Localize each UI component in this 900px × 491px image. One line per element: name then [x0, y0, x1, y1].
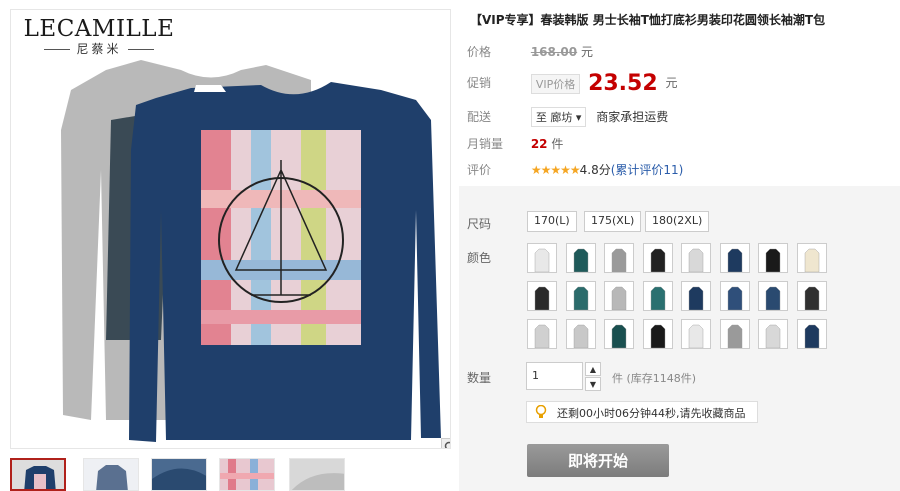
color-swatch[interactable]: [719, 319, 750, 349]
size-option[interactable]: 180(2XL): [645, 211, 710, 232]
thumbnail-1[interactable]: [10, 458, 66, 491]
size-label: 尺码: [467, 217, 492, 231]
size-option[interactable]: 175(XL): [584, 211, 642, 232]
monthly-sales-unit: 件: [551, 137, 564, 151]
color-swatch[interactable]: [758, 319, 788, 349]
color-swatch[interactable]: [565, 243, 596, 273]
stock-text: 件 (库存1148件): [612, 370, 696, 386]
monthly-sales-row: 月销量 22 件: [467, 135, 563, 152]
rating-row: 评价 ★★★★★4.8分(累计评价11): [467, 161, 683, 178]
brand-subtitle: 尼蔡米: [19, 40, 179, 57]
color-swatch[interactable]: [604, 281, 634, 311]
color-swatch[interactable]: [719, 281, 750, 311]
product-image[interactable]: LECAMILLE 尼蔡米: [10, 9, 451, 449]
vip-badge: VIP价格: [530, 73, 581, 94]
color-swatch[interactable]: [719, 243, 750, 273]
color-swatch[interactable]: [681, 243, 711, 273]
color-swatch[interactable]: [758, 281, 788, 311]
thumbnail-2[interactable]: [83, 458, 139, 491]
lightbulb-icon: [535, 405, 547, 418]
product-title: 【VIP专享】春装韩版 男士长袖T恤打底衫男装印花圆领长袖潮T包: [470, 13, 826, 27]
color-swatch[interactable]: [796, 243, 827, 273]
color-swatch[interactable]: [604, 243, 634, 273]
color-swatch[interactable]: [642, 243, 673, 273]
thumbnail-strip: [10, 458, 360, 491]
quantity-decrease-button[interactable]: ▼: [585, 377, 601, 391]
color-swatch[interactable]: [796, 319, 827, 349]
shipping-location: 至 廊坊: [535, 111, 573, 124]
monthly-sales-label: 月销量: [467, 137, 504, 151]
shipping-location-select[interactable]: 至 廊坊 ▾: [530, 107, 587, 127]
product-photo: [61, 60, 441, 442]
brand-logo: LECAMILLE 尼蔡米: [19, 16, 179, 57]
color-swatch[interactable]: [527, 243, 557, 273]
shipping-row: 配送 至 廊坊 ▾ 商家承担运费: [467, 107, 668, 127]
thumbnail-4[interactable]: [219, 458, 275, 491]
quantity-increase-button[interactable]: ▲: [585, 362, 601, 376]
countdown-notice: 还剩00小时06分钟44秒,请先收藏商品: [526, 401, 758, 423]
rating-score: 4.8分: [579, 163, 611, 177]
shipping-note: 商家承担运费: [596, 110, 669, 124]
monthly-sales-value: 22: [530, 137, 548, 151]
color-label: 颜色: [467, 251, 492, 265]
color-swatch[interactable]: [758, 243, 788, 273]
color-swatch[interactable]: [565, 319, 596, 349]
zoom-icon[interactable]: [441, 438, 450, 448]
promo-label: 促销: [467, 76, 492, 90]
color-swatch[interactable]: [527, 281, 557, 311]
shipping-label: 配送: [467, 110, 492, 124]
rating-label: 评价: [467, 163, 492, 177]
color-swatch[interactable]: [681, 281, 711, 311]
color-swatch[interactable]: [604, 319, 634, 349]
quantity-unit: 件: [612, 372, 623, 385]
thumbnail-3[interactable]: [151, 458, 207, 491]
quantity-label: 数量: [467, 371, 492, 385]
color-swatch[interactable]: [527, 319, 557, 349]
price-row: 价格 168.00 元: [467, 43, 593, 60]
color-swatch[interactable]: [565, 281, 596, 311]
start-soon-button[interactable]: 即将开始: [527, 444, 669, 477]
stock-count: (库存1148件): [626, 372, 697, 385]
size-option[interactable]: 170(L): [527, 211, 577, 232]
color-swatch[interactable]: [642, 281, 673, 311]
rating-stars-icon: ★★★★★: [530, 163, 581, 177]
promo-currency-unit: 元: [665, 76, 678, 90]
currency-unit: 元: [580, 45, 593, 59]
countdown-text: 还剩00小时06分钟44秒,请先收藏商品: [557, 407, 746, 420]
promo-price: 23.52: [588, 71, 658, 96]
rating-count-link[interactable]: (累计评价11): [611, 163, 684, 177]
chevron-down-icon: ▾: [575, 111, 582, 124]
color-swatch[interactable]: [681, 319, 711, 349]
color-swatch[interactable]: [796, 281, 827, 311]
color-swatch[interactable]: [642, 319, 673, 349]
original-price: 168.00: [530, 45, 578, 59]
price-label: 价格: [467, 45, 492, 59]
promo-row: 促销 VIP价格 23.52 元: [467, 71, 678, 96]
quantity-input[interactable]: 1: [526, 362, 583, 390]
thumbnail-5[interactable]: [289, 458, 345, 491]
brand-name: LECAMILLE: [23, 16, 175, 42]
